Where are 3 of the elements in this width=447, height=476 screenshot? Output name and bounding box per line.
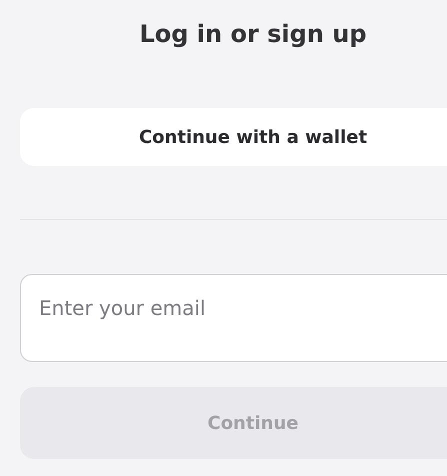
wallet-button[interactable]: Continue with a wallet <box>20 108 447 166</box>
email-field[interactable]: Enter your email <box>20 274 447 362</box>
dialog-title: Log in or sign up <box>138 19 368 50</box>
